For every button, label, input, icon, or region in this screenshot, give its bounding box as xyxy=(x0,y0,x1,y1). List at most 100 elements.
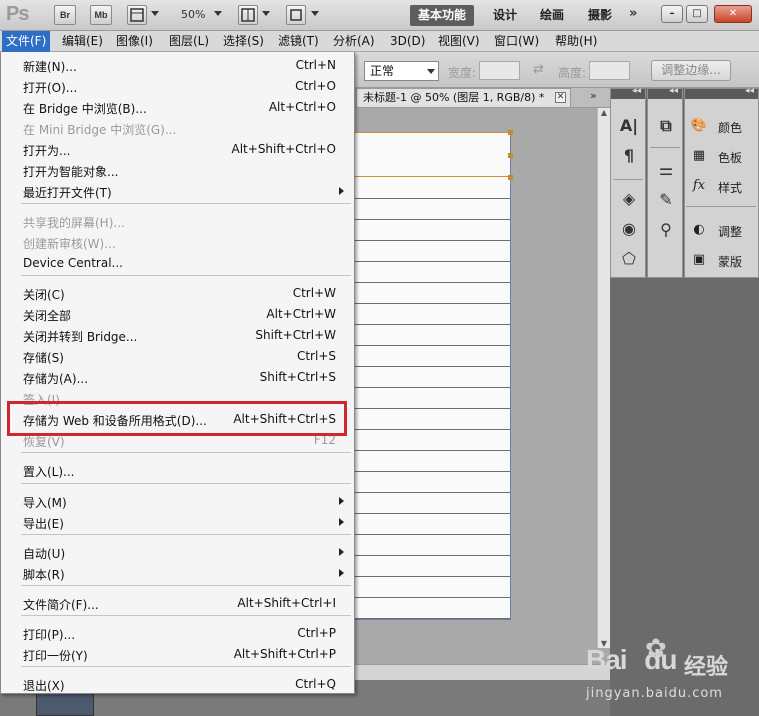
view-extras-button[interactable] xyxy=(127,5,147,25)
swap-dimensions-icon[interactable]: ⇄ xyxy=(533,62,544,77)
clone-source-icon[interactable]: ⚲ xyxy=(654,219,678,241)
menu-item-12[interactable]: 关闭并转到 Bridge... Shift+Ctrl+W xyxy=(1,326,354,347)
chevron-down-icon[interactable] xyxy=(311,11,319,16)
minimize-button[interactable]: – xyxy=(661,5,683,23)
chevron-down-icon[interactable] xyxy=(214,11,222,16)
collapse-dock-icon[interactable]: ◂◂ xyxy=(669,86,678,96)
workspace-painting[interactable]: 绘画 xyxy=(532,5,572,26)
history-panel-icon[interactable]: ⧉ xyxy=(654,115,678,137)
menu-separator xyxy=(21,615,351,616)
more-workspaces-button[interactable]: » xyxy=(629,6,637,21)
workspace-photography[interactable]: 摄影 xyxy=(580,5,620,26)
menu-item-20[interactable]: 导出(E) xyxy=(1,513,354,534)
menu-3d[interactable]: 3D(D) xyxy=(386,31,429,52)
layers-panel-icon[interactable]: ◈ xyxy=(617,188,641,210)
masks-icon: ▣ xyxy=(692,252,706,267)
dock-header[interactable]: ◂◂ xyxy=(611,86,645,99)
collapse-dock-icon[interactable]: ◂◂ xyxy=(745,86,754,96)
menu-item-label: Device Central... xyxy=(23,256,123,270)
launch-bridge-button[interactable]: Br xyxy=(54,5,76,25)
menu-item-11[interactable]: 关闭全部 Alt+Ctrl+W xyxy=(1,305,354,326)
collapse-dock-icon[interactable]: ◂◂ xyxy=(632,86,641,96)
screen-mode-button[interactable] xyxy=(286,5,306,25)
brush-presets-icon[interactable]: ⚌ xyxy=(654,159,678,181)
menu-item-label: 打开为... xyxy=(23,144,71,158)
menu-item-26[interactable]: 退出(X) Ctrl+Q xyxy=(1,675,354,696)
styles-panel-button[interactable]: fx 样式 xyxy=(684,172,754,200)
menu-item-shortcut: Alt+Shift+Ctrl+P xyxy=(233,647,336,661)
menu-item-13[interactable]: 存储(S) Ctrl+S xyxy=(1,347,354,368)
menu-item-25[interactable]: 打印一份(Y) Alt+Shift+Ctrl+P xyxy=(1,645,354,666)
workspace-essentials[interactable]: 基本功能 xyxy=(410,5,475,26)
menu-layer[interactable]: 图层(L) xyxy=(165,31,213,52)
menu-window[interactable]: 窗口(W) xyxy=(490,31,543,52)
menu-item-10[interactable]: 关闭(C) Ctrl+W xyxy=(1,284,354,305)
swatches-panel-button[interactable]: ▦ 色板 xyxy=(684,142,754,170)
menu-edit[interactable]: 编辑(E) xyxy=(58,31,107,52)
masks-panel-button[interactable]: ▣ 蒙版 xyxy=(684,246,754,274)
canvas-line xyxy=(354,198,510,199)
brush-panel-icon[interactable]: ✎ xyxy=(654,189,678,211)
canvas-line xyxy=(354,324,510,325)
launch-minibridge-button[interactable]: Mb xyxy=(90,5,112,25)
paragraph-panel-icon[interactable]: ¶ xyxy=(617,145,641,167)
menu-item-label: 存储(S) xyxy=(23,351,64,365)
chevron-down-icon[interactable] xyxy=(262,11,270,16)
selection-marquee xyxy=(354,132,510,177)
menu-item-2[interactable]: 在 Bridge 中浏览(B)... Alt+Ctrl+O xyxy=(1,98,354,119)
document-canvas[interactable] xyxy=(354,132,511,620)
menu-item-21[interactable]: 自动(U) xyxy=(1,543,354,564)
menu-item-23[interactable]: 文件简介(F)... Alt+Shift+Ctrl+I xyxy=(1,594,354,615)
menu-image[interactable]: 图像(I) xyxy=(112,31,157,52)
chevron-down-icon[interactable] xyxy=(151,11,159,16)
menu-filter[interactable]: 滤镜(T) xyxy=(274,31,323,52)
workspace-design[interactable]: 设计 xyxy=(485,5,525,26)
watermark-url: jingyan.baidu.com xyxy=(586,686,723,701)
character-panel-icon[interactable]: A| xyxy=(617,115,641,137)
transform-handle[interactable] xyxy=(508,130,513,135)
document-tab[interactable]: 未标题-1 @ 50% (图层 1, RGB/8) * xyxy=(356,88,571,108)
transform-handle[interactable] xyxy=(508,175,513,180)
adjustments-panel-button[interactable]: ◐ 调整 xyxy=(684,216,754,244)
arrange-documents-button[interactable] xyxy=(238,5,258,25)
maximize-button[interactable]: □ xyxy=(686,5,708,23)
menu-item-24[interactable]: 打印(P)... Ctrl+P xyxy=(1,624,354,645)
vertical-scrollbar[interactable]: ▲ ▼ xyxy=(597,108,610,648)
scroll-up-icon[interactable]: ▲ xyxy=(598,108,610,117)
menu-item-label: 关闭(C) xyxy=(23,288,65,302)
menu-help[interactable]: 帮助(H) xyxy=(551,31,601,52)
canvas-line xyxy=(354,555,510,556)
menu-item-14[interactable]: 存储为(A)... Shift+Ctrl+S xyxy=(1,368,354,389)
close-document-icon[interactable]: ✕ xyxy=(555,92,566,103)
channels-panel-icon[interactable]: ◉ xyxy=(617,218,641,240)
dock-header[interactable]: ◂◂ xyxy=(648,86,682,99)
height-field[interactable] xyxy=(589,61,630,80)
menu-view[interactable]: 视图(V) xyxy=(434,31,484,52)
zoom-level-select[interactable]: 50% xyxy=(181,8,205,21)
menu-item-9[interactable]: Device Central... xyxy=(1,254,354,275)
swatches-icon: ▦ xyxy=(692,148,706,163)
close-window-button[interactable]: ✕ xyxy=(714,5,752,23)
style-mode-select[interactable]: 正常 xyxy=(364,61,439,81)
menu-item-0[interactable]: 新建(N)... Ctrl+N xyxy=(1,56,354,77)
menu-item-19[interactable]: 导入(M) xyxy=(1,492,354,513)
masks-panel-label: 蒙版 xyxy=(718,255,743,269)
color-panel-button[interactable]: 🎨 颜色 xyxy=(684,112,754,140)
transform-handle[interactable] xyxy=(508,153,513,158)
menu-select[interactable]: 选择(S) xyxy=(219,31,268,52)
menu-analysis[interactable]: 分析(A) xyxy=(329,31,379,52)
width-field[interactable] xyxy=(479,61,520,80)
paths-panel-icon[interactable]: ⬠ xyxy=(617,248,641,270)
refine-edge-button[interactable]: 调整边缘... xyxy=(651,60,731,81)
adjustments-panel-label: 调整 xyxy=(718,225,743,239)
dock-header[interactable]: ◂◂ xyxy=(685,86,758,99)
menu-item-22[interactable]: 脚本(R) xyxy=(1,564,354,585)
canvas-line xyxy=(354,282,510,283)
menu-item-4[interactable]: 打开为... Alt+Shift+Ctrl+O xyxy=(1,140,354,161)
menu-item-6[interactable]: 最近打开文件(T) xyxy=(1,182,354,203)
tab-overflow-icon[interactable]: » xyxy=(590,89,597,102)
menu-item-18[interactable]: 置入(L)... xyxy=(1,461,354,482)
menu-item-1[interactable]: 打开(O)... Ctrl+O xyxy=(1,77,354,98)
menu-file[interactable]: 文件(F) xyxy=(2,31,51,52)
menu-item-5[interactable]: 打开为智能对象... xyxy=(1,161,354,182)
